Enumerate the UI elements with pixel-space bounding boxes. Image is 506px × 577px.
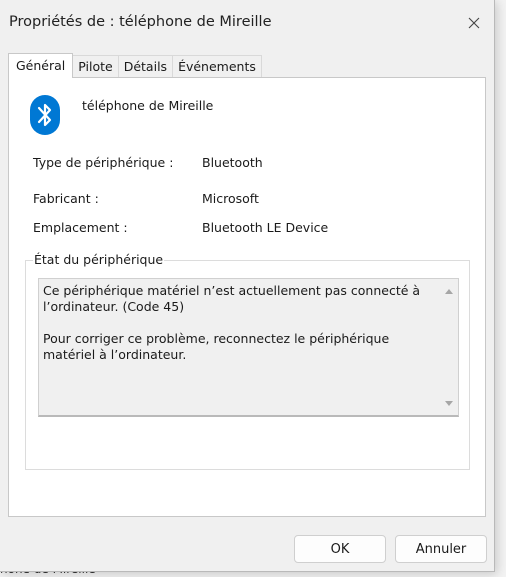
tab-strip: Général Pilote Détails Événements — [8, 53, 262, 78]
tab-pilote[interactable]: Pilote — [72, 55, 119, 77]
device-status-message: Ce périphérique matériel n’est actuellem… — [43, 283, 435, 379]
tab-evenements[interactable]: Événements — [172, 55, 262, 77]
cancel-button[interactable]: Annuler — [395, 535, 487, 563]
ok-button[interactable]: OK — [294, 535, 386, 563]
device-status-textbox[interactable]: Ce périphérique matériel n’est actuellem… — [38, 278, 459, 417]
bluetooth-icon — [30, 95, 60, 135]
properties-dialog: Propriétés de : téléphone de Mireille Gé… — [0, 0, 495, 572]
device-type-value: Bluetooth — [202, 155, 263, 170]
scroll-down-icon[interactable] — [445, 401, 453, 406]
device-name: téléphone de Mireille — [82, 98, 214, 113]
window-title: Propriétés de : téléphone de Mireille — [9, 14, 272, 30]
status-message-line: Pour corriger ce problème, reconnectez l… — [43, 331, 390, 362]
close-button[interactable] — [458, 8, 490, 38]
device-type-label: Type de périphérique : — [33, 155, 174, 170]
scroll-up-icon[interactable] — [445, 289, 453, 294]
device-status-group: État du périphérique Ce périphérique mat… — [25, 252, 470, 470]
device-status-title: État du périphérique — [33, 252, 165, 267]
tab-details[interactable]: Détails — [117, 55, 174, 77]
location-label: Emplacement : — [33, 220, 128, 235]
tab-general[interactable]: Général — [8, 53, 74, 78]
general-tab-panel: téléphone de Mireille Type de périphériq… — [8, 77, 486, 517]
title-bar: Propriétés de : téléphone de Mireille — [0, 0, 495, 45]
vertical-scrollbar[interactable] — [441, 279, 458, 416]
status-message-line: Ce périphérique matériel n’est actuellem… — [43, 283, 421, 314]
location-value: Bluetooth LE Device — [202, 220, 329, 235]
manufacturer-label: Fabricant : — [33, 191, 99, 206]
manufacturer-value: Microsoft — [202, 191, 259, 206]
close-icon — [468, 17, 480, 29]
